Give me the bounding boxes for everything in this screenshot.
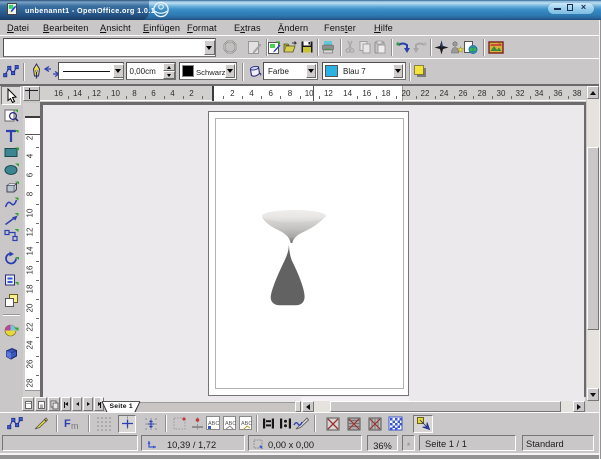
- svg-text:F: F: [64, 418, 71, 430]
- svg-text:m: m: [71, 421, 79, 431]
